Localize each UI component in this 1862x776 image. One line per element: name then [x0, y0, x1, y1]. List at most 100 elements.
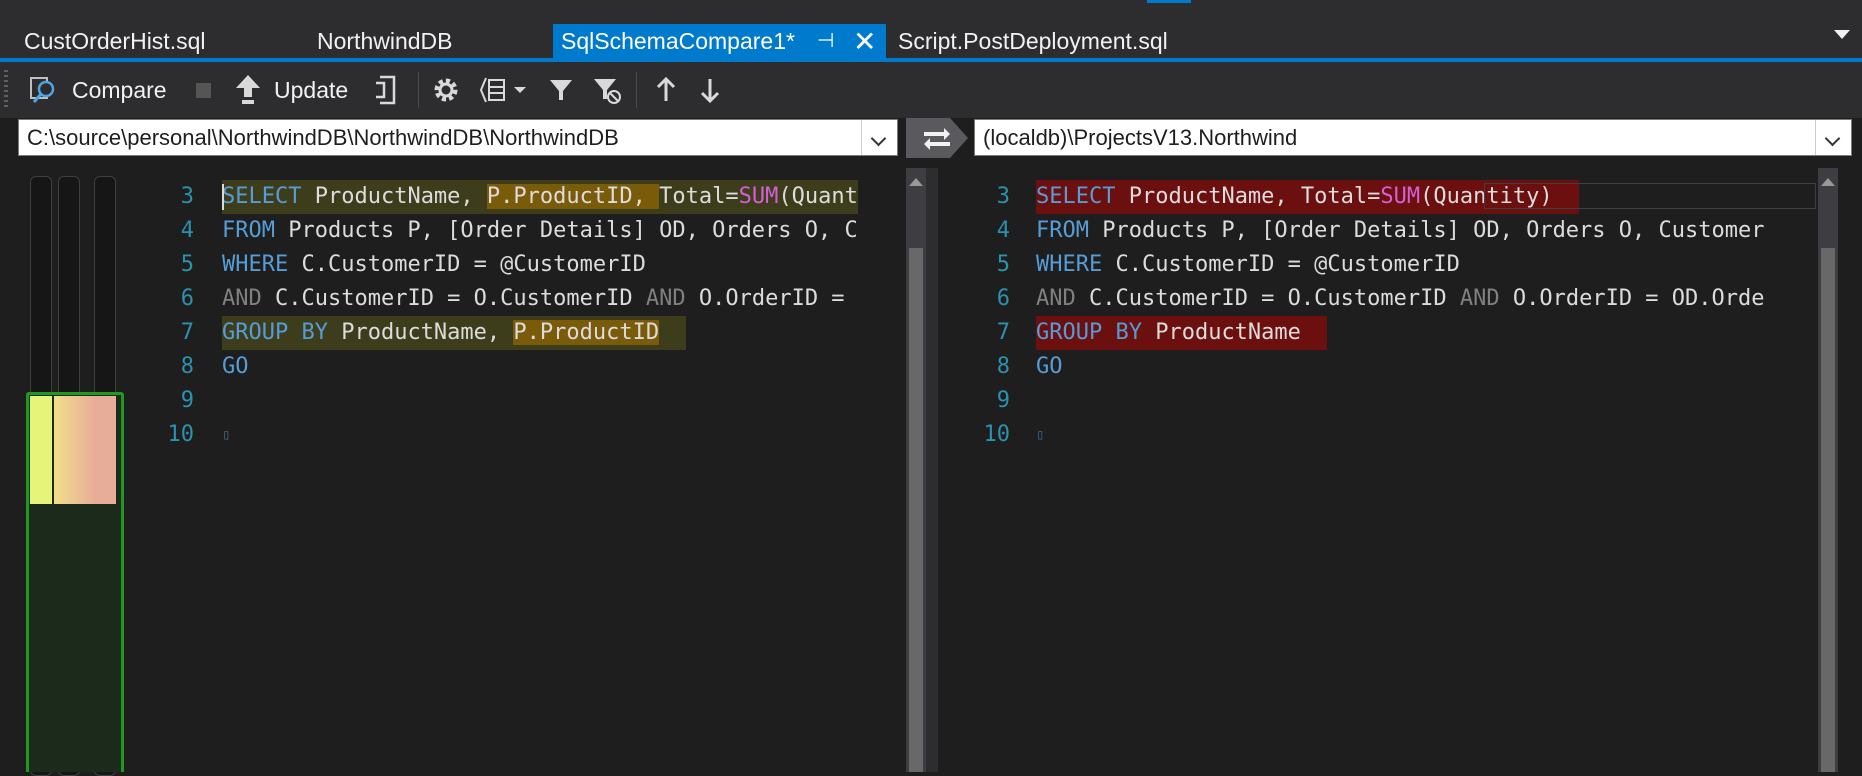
update-label: Update: [274, 76, 349, 103]
code-line: 9: [938, 384, 1818, 418]
code-line: 8 GO: [938, 350, 1818, 384]
clear-filter-icon: [594, 79, 621, 104]
source-dropdown-chevron-icon[interactable]: [861, 120, 897, 155]
editor-splitter[interactable]: [926, 168, 938, 772]
code-line: 5 WHERE C.CustomerID = @CustomerID: [134, 248, 906, 282]
code-text: WHERE C.CustomerID = @CustomerID: [1036, 252, 1460, 277]
document-tab-strip: CustOrderHist.sql NorthwindDB SqlSchemaC…: [0, 0, 1862, 62]
code-line: 10 ▯: [134, 418, 906, 452]
tab-northwinddb[interactable]: NorthwindDB: [317, 24, 453, 59]
swap-icon: [906, 118, 968, 158]
stop-button[interactable]: [196, 70, 211, 110]
code-text: WHERE C.CustomerID = @CustomerID: [222, 252, 646, 277]
overview-change-connector: [54, 396, 94, 504]
code-line: 3 SELECT ProductName, Total=SUM(Quantity…: [938, 180, 1818, 214]
source-vertical-scrollbar[interactable]: [906, 168, 926, 772]
current-line-box: [1484, 183, 1816, 209]
previous-change-button[interactable]: [654, 70, 678, 110]
end-of-file-marker: ▯: [1036, 427, 1045, 443]
tab-script-postdeployment[interactable]: Script.PostDeployment.sql: [898, 24, 1168, 59]
close-icon[interactable]: ✕: [853, 24, 876, 59]
code-text: GROUP BY ProductName, P.ProductID: [222, 316, 686, 350]
code-text: FROM Products P, [Order Details] OD, Ord…: [1036, 218, 1765, 243]
source-editor[interactable]: 3 SELECT ProductName, P.ProductID, Total…: [134, 168, 906, 772]
code-text: AND C.CustomerID = O.CustomerID AND O.Or…: [1036, 286, 1765, 311]
arrow-down-icon: [700, 79, 720, 104]
scroll-thumb[interactable]: [1821, 248, 1835, 772]
line-number: 6: [996, 286, 1010, 311]
group-results-icon: [479, 77, 505, 103]
schema-compare-toolbar: Compare Update: [0, 62, 1862, 118]
tab-label: SqlSchemaCompare1*: [561, 28, 795, 54]
clear-filter-button[interactable]: [592, 70, 622, 110]
right-gutter: [1838, 168, 1862, 772]
line-number: 3: [180, 184, 194, 209]
line-number: 7: [996, 320, 1010, 345]
code-line: 9: [134, 384, 906, 418]
filter-icon: [550, 80, 572, 100]
tab-overflow-chevron-icon[interactable]: [1834, 30, 1850, 39]
code-line: 7 GROUP BY ProductName, P.ProductID: [134, 316, 906, 350]
toolbar-separator: [418, 72, 419, 108]
overview-deleted-marker: [94, 396, 116, 504]
line-number: 8: [180, 354, 194, 379]
generate-script-icon: [376, 75, 396, 105]
line-number: 4: [180, 218, 194, 243]
compare-search-icon: [30, 77, 55, 103]
update-icon: [236, 75, 260, 104]
line-number: 9: [996, 388, 1010, 413]
code-text: FROM Products P, [Order Details] OD, Ord…: [222, 218, 858, 243]
line-number: 7: [180, 320, 194, 345]
code-line: 10 ▯: [938, 418, 1818, 452]
tab-label: Script.PostDeployment.sql: [898, 28, 1168, 54]
line-number: 6: [180, 286, 194, 311]
options-button[interactable]: [430, 70, 462, 110]
pin-icon[interactable]: ⊣: [817, 24, 834, 59]
source-path: C:\source\personal\NorthwindDB\Northwind…: [27, 125, 619, 150]
code-text: AND C.CustomerID = O.CustomerID AND O.Or…: [222, 286, 845, 311]
target-selector[interactable]: (localdb)\ProjectsV13.Northwind: [974, 119, 1852, 156]
filter-button[interactable]: [548, 70, 574, 110]
text-caret: [222, 184, 224, 210]
stop-icon: [196, 82, 211, 98]
line-number: 5: [180, 252, 194, 277]
code-text: SELECT ProductName, P.ProductID, Total=S…: [222, 180, 858, 214]
arrow-up-icon: [656, 76, 676, 101]
target-dropdown-chevron-icon[interactable]: [1815, 120, 1851, 155]
gear-icon: [434, 78, 458, 102]
line-number: 3: [996, 184, 1010, 209]
target-editor[interactable]: 3 SELECT ProductName, Total=SUM(Quantity…: [938, 168, 1818, 772]
update-button[interactable]: Update: [234, 70, 348, 110]
scroll-up-arrow-icon[interactable]: [1821, 178, 1835, 186]
source-selector[interactable]: C:\source\personal\NorthwindDB\Northwind…: [18, 119, 898, 156]
code-line: 3 SELECT ProductName, P.ProductID, Total…: [134, 180, 906, 214]
diff-overview-margin[interactable]: [14, 168, 128, 776]
line-number: 8: [996, 354, 1010, 379]
code-text: GO: [222, 354, 249, 379]
generate-script-button[interactable]: [372, 70, 402, 110]
compare-label: Compare: [72, 76, 167, 103]
scroll-thumb[interactable]: [909, 248, 923, 772]
group-results-button[interactable]: [478, 70, 526, 110]
target-vertical-scrollbar[interactable]: [1818, 168, 1838, 772]
code-text: GO: [1036, 354, 1063, 379]
end-of-file-marker: ▯: [222, 427, 231, 443]
scroll-up-arrow-icon[interactable]: [909, 178, 923, 186]
tab-custorderhist[interactable]: CustOrderHist.sql: [24, 24, 205, 59]
chevron-down-icon[interactable]: [514, 87, 526, 93]
target-path: (localdb)\ProjectsV13.Northwind: [983, 125, 1298, 150]
tab-label: NorthwindDB: [317, 28, 453, 54]
code-line: 6 AND C.CustomerID = O.CustomerID AND O.…: [134, 282, 906, 316]
line-number: 4: [996, 218, 1010, 243]
next-change-button[interactable]: [698, 70, 722, 110]
code-line: 4 FROM Products P, [Order Details] OD, O…: [134, 214, 906, 248]
code-line: 4 FROM Products P, [Order Details] OD, O…: [938, 214, 1818, 248]
switch-source-target-button[interactable]: [906, 112, 970, 164]
tab-sqlschemacompare1[interactable]: SqlSchemaCompare1* ⊣ ✕: [553, 24, 886, 59]
code-line: 7 GROUP BY ProductName: [938, 316, 1818, 350]
line-number: 9: [180, 388, 194, 413]
toolbar-separator: [636, 72, 637, 108]
compare-button[interactable]: Compare: [28, 70, 167, 110]
code-line: 6 AND C.CustomerID = O.CustomerID AND O.…: [938, 282, 1818, 316]
overview-modified-marker: [30, 396, 52, 504]
